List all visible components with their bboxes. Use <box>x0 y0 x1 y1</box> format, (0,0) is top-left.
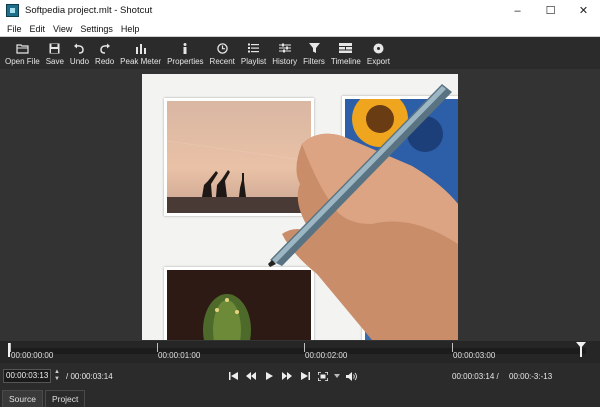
peak-meter-button[interactable]: Peak Meter <box>117 41 164 66</box>
list-icon <box>247 41 261 55</box>
zoom-dropdown[interactable] <box>332 370 342 382</box>
menu-file[interactable]: File <box>3 24 26 34</box>
title-bar: Softpedia project.mlt - Shotcut – ☐ ✕ <box>0 0 600 21</box>
disc-icon <box>371 41 385 55</box>
history-icon <box>278 41 292 55</box>
timeline-icon <box>339 41 353 55</box>
main-toolbar: Open File Save Undo Redo Peak Meter Prop… <box>0 37 600 69</box>
player-tabs: Source Project <box>0 389 600 407</box>
menu-bar: File Edit View Settings Help <box>0 21 600 37</box>
funnel-icon <box>307 41 321 55</box>
recent-button[interactable]: Recent <box>207 41 238 66</box>
remaining-timecode: 00:00:-3:-13 <box>509 372 553 381</box>
undo-button[interactable]: Undo <box>67 41 92 66</box>
skip-to-end-button[interactable] <box>296 370 314 382</box>
export-button[interactable]: Export <box>364 41 393 66</box>
window-title: Softpedia project.mlt - Shotcut <box>25 5 153 16</box>
shotcut-app-icon <box>6 4 19 17</box>
zoom-button[interactable] <box>314 370 332 382</box>
minimize-button[interactable]: – <box>501 0 534 21</box>
properties-button[interactable]: Properties <box>164 41 206 66</box>
menu-edit[interactable]: Edit <box>26 24 50 34</box>
menu-settings[interactable]: Settings <box>76 24 117 34</box>
save-button[interactable]: Save <box>43 41 67 66</box>
rewind-icon <box>246 372 256 380</box>
timecode-spinner[interactable]: ▲ ▼ <box>53 369 61 383</box>
skip-previous-icon <box>228 372 238 380</box>
fast-forward-button[interactable] <box>278 370 296 382</box>
chevron-down-icon <box>334 374 340 378</box>
menu-help[interactable]: Help <box>117 24 144 34</box>
tick-label: 00:00:02:00 <box>305 351 348 360</box>
current-timecode-field[interactable]: 00:00:03:13 <box>3 369 51 383</box>
tick-label: 00:00:01:00 <box>158 351 201 360</box>
volume-button[interactable] <box>342 370 360 382</box>
maximize-button[interactable]: ☐ <box>534 0 567 21</box>
info-icon <box>178 41 192 55</box>
scrub-track[interactable] <box>8 348 586 354</box>
playback-controls <box>224 370 360 382</box>
play-button[interactable] <box>260 370 278 382</box>
skip-next-icon <box>300 372 310 380</box>
peak-meter-icon <box>134 41 148 55</box>
total-duration: / 00:00:03:14 <box>66 372 113 381</box>
filters-button[interactable]: Filters <box>300 41 328 66</box>
undo-icon <box>72 41 86 55</box>
folder-open-icon <box>15 41 29 55</box>
timeline-button[interactable]: Timeline <box>328 41 364 66</box>
menu-view[interactable]: View <box>49 24 76 34</box>
play-icon <box>265 372 273 380</box>
position-timecode: 00:00:03:14 / <box>452 372 499 381</box>
tick-label: 00:00:03:00 <box>453 351 496 360</box>
timeline-ruler[interactable]: 00:00:00:00 00:00:01:00 00:00:02:00 00:0… <box>0 341 600 363</box>
open-file-button[interactable]: Open File <box>2 41 43 66</box>
playhead-marker[interactable] <box>576 342 586 357</box>
tab-source[interactable]: Source <box>2 390 43 407</box>
fullscreen-icon <box>318 371 328 381</box>
close-button[interactable]: ✕ <box>567 0 600 21</box>
video-preview[interactable] <box>142 74 458 340</box>
save-icon <box>48 41 62 55</box>
redo-icon <box>98 41 112 55</box>
volume-icon <box>345 371 357 381</box>
redo-button[interactable]: Redo <box>92 41 117 66</box>
history-button[interactable]: History <box>269 41 300 66</box>
playlist-button[interactable]: Playlist <box>238 41 269 66</box>
transport-bar: 00:00:03:13 ▲ ▼ / 00:00:03:14 00:00:03:14… <box>0 363 600 389</box>
drawing-hand-illustration <box>268 84 458 340</box>
tab-project[interactable]: Project <box>44 390 86 407</box>
fast-forward-icon <box>282 372 292 380</box>
player-area <box>0 69 600 341</box>
skip-to-start-button[interactable] <box>224 370 242 382</box>
tick-label: 00:00:00:00 <box>11 351 54 360</box>
rewind-button[interactable] <box>242 370 260 382</box>
clock-icon <box>215 41 229 55</box>
